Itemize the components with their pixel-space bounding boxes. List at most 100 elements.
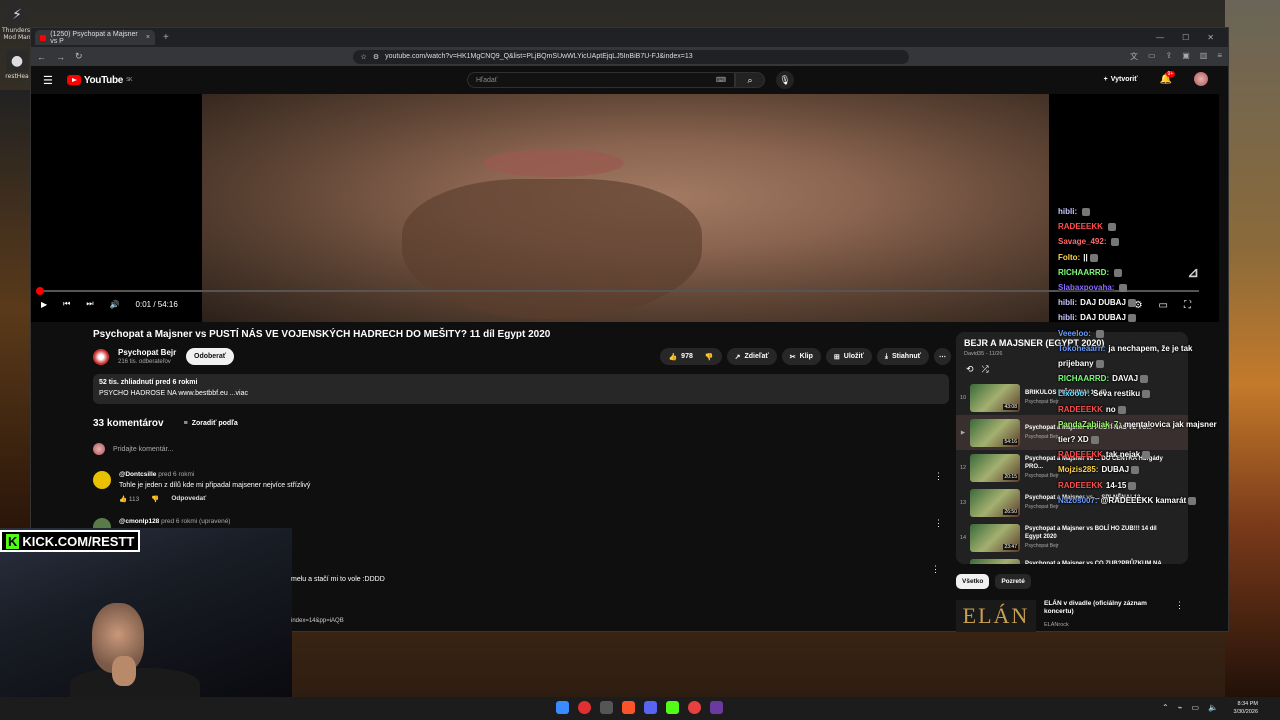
tab-youtube[interactable]: (1250) Psychopat a Majsner vs P ×	[35, 30, 155, 45]
obs-icon[interactable]	[688, 701, 701, 714]
menu-icon[interactable]: ≡	[1217, 51, 1222, 62]
back-icon[interactable]: ←	[37, 52, 46, 62]
desktop-shortcut-thunderstore[interactable]: ⚡ Thunderst Mod Man	[2, 4, 33, 41]
search-input[interactable]: Hľadať ⌨	[467, 72, 735, 88]
notifications-button[interactable]: 🔔 9+	[1160, 70, 1176, 85]
recommended-video[interactable]: ELÁN ELÁN v divadle (oficiálny záznam ko…	[956, 598, 1188, 638]
translate-icon[interactable]: 文	[1130, 51, 1138, 62]
app-icon[interactable]	[710, 701, 723, 714]
chat-username[interactable]: hibli:	[1058, 207, 1077, 216]
reply-button[interactable]: Odpovedať	[171, 495, 206, 503]
kick-app-icon[interactable]	[666, 701, 679, 714]
recommended-more-icon[interactable]: ⋮	[1175, 600, 1184, 611]
playlist-item-thumbnail[interactable]: 23:47	[970, 523, 1020, 552]
extension-icon[interactable]: ▣	[1182, 51, 1190, 62]
recommended-thumbnail[interactable]: ELÁN	[956, 600, 1036, 632]
terminal-app-icon[interactable]	[600, 701, 613, 714]
youtube-logo[interactable]: YouTube SK	[66, 75, 132, 86]
save-button[interactable]: ⊞ Uložiť	[825, 348, 872, 365]
chat-username[interactable]: Veeeloo:	[1058, 329, 1091, 338]
account-avatar[interactable]	[1194, 72, 1208, 86]
chat-username[interactable]: hibli:	[1058, 298, 1077, 307]
comment-more-icon[interactable]: ⋮	[934, 471, 943, 482]
playlist-item-thumbnail[interactable]: 54:16	[970, 418, 1020, 447]
address-bar[interactable]: ☆ ⚙ youtube.com/watch?v=HK1MgCNQ9_Q&list…	[352, 49, 909, 64]
chat-username[interactable]: Savage_492:	[1058, 237, 1106, 246]
playlist-item-thumbnail[interactable]: 26:50	[970, 488, 1020, 517]
discord-icon[interactable]	[644, 701, 657, 714]
maximize-icon[interactable]: ☐	[1182, 33, 1189, 42]
comment-more-icon[interactable]: ⋮	[934, 518, 943, 529]
description-box[interactable]: 52 tis. zhliadnutí pred 6 rokmi PSYCHO H…	[93, 374, 949, 404]
hamburger-menu-icon[interactable]: ☰	[43, 74, 53, 87]
commenter-avatar[interactable]	[93, 471, 111, 489]
chat-username[interactable]: RADEEEKK	[1058, 222, 1103, 231]
playlist-item-thumbnail[interactable]: 20:15	[970, 453, 1020, 482]
clip-button[interactable]: ✂ Klip	[781, 348, 821, 365]
chat-username[interactable]: RADEEEKK	[1058, 405, 1103, 414]
playlist-item-thumbnail[interactable]: 43:08	[970, 383, 1020, 412]
forward-icon[interactable]: →	[56, 52, 65, 62]
playlist-item[interactable]: 14 23:47 Psychopat a Majsner vs BOLÍ HO ZU…	[956, 520, 1188, 555]
chat-username[interactable]: RADEEEKK	[1058, 481, 1103, 490]
chat-username[interactable]: RADEEEKK	[1058, 450, 1103, 459]
chip-watched[interactable]: Pozreté	[995, 574, 1031, 589]
play-icon[interactable]: ▶	[41, 300, 47, 309]
network-icon[interactable]: ⌁	[1178, 703, 1183, 712]
location-app-icon[interactable]	[578, 701, 591, 714]
comment-author[interactable]: @cmonlp128	[119, 518, 159, 525]
chat-username[interactable]: RICHAARRD:	[1058, 268, 1109, 277]
volume-icon[interactable]: 🔊	[110, 300, 120, 309]
download-button[interactable]: ⤓ Stiahnuť	[876, 348, 929, 365]
chat-username[interactable]: hibli:	[1058, 313, 1077, 322]
share-button[interactable]: ↗ Zdieľať	[726, 348, 777, 365]
comment-dislike-icon[interactable]: 👎	[151, 495, 159, 503]
more-actions-button[interactable]: ⋯	[934, 348, 951, 365]
loop-icon[interactable]: ⟲	[966, 364, 974, 375]
subscribe-button[interactable]: Odoberať	[186, 348, 235, 365]
chat-username[interactable]: Mojzis285:	[1058, 465, 1098, 474]
new-tab-button[interactable]: +	[163, 32, 169, 43]
sort-button[interactable]: ≡ Zoradiť podľa	[184, 420, 238, 427]
sidebar-icon[interactable]: ▥	[1200, 51, 1208, 62]
display-icon[interactable]: ▭	[1191, 703, 1199, 712]
chat-username[interactable]: RICHAARRD:	[1058, 374, 1109, 383]
like-icon[interactable]: 👍	[668, 353, 677, 361]
clock[interactable]: 8:34 PM 3/30/2026	[1234, 700, 1258, 716]
channel-avatar[interactable]	[93, 349, 109, 365]
progress-bar[interactable]	[36, 287, 1199, 295]
chat-username[interactable]: Tokoheaarn:	[1058, 344, 1105, 353]
desktop-shortcut-rest[interactable]: ● restHea	[2, 50, 32, 80]
shuffle-icon[interactable]: ⤮	[982, 364, 989, 375]
share-icon[interactable]: ⇪	[1166, 51, 1173, 62]
chat-username[interactable]: Lixooor:	[1058, 389, 1090, 398]
previous-icon[interactable]: ⏮	[63, 299, 70, 309]
search-button[interactable]: ⌕	[735, 72, 765, 88]
chat-username[interactable]: PandaZabijak_7:	[1058, 420, 1121, 429]
minimize-icon[interactable]: —	[1156, 33, 1164, 42]
brave-browser-icon[interactable]	[622, 701, 635, 714]
keyboard-icon[interactable]: ⌨	[716, 76, 726, 84]
recommended-title[interactable]: ELÁN v divadle (oficiálny záznam koncert…	[1044, 600, 1154, 617]
cast-icon[interactable]: ▭	[1148, 51, 1156, 62]
playlist-item-title[interactable]: Psychopat a Majsner vs BOLÍ HO ZUB!!! 14…	[1025, 526, 1165, 542]
chat-username[interactable]: Folto:	[1058, 253, 1080, 262]
reload-icon[interactable]: ↻	[75, 51, 83, 62]
voice-search-button[interactable]: 🎙	[776, 71, 794, 89]
chip-all[interactable]: Všetko	[956, 574, 990, 589]
create-button[interactable]: + Vytvoriť	[1104, 76, 1138, 83]
progress-scrubber[interactable]	[36, 287, 44, 295]
video-player[interactable]: ▶ ⏮ ⏭ 🔊 0:01 / 54:16 ⊿ ⚙ ▭ ⛶	[31, 94, 1219, 322]
playlist-item-thumbnail[interactable]	[970, 558, 1020, 564]
tab-close-button[interactable]: ×	[146, 34, 150, 41]
channel-name[interactable]: Psychopat Bejr	[118, 348, 176, 357]
comment-like-icon[interactable]: 👍 113	[119, 495, 139, 503]
bookmark-icon[interactable]: ☆	[361, 53, 367, 61]
chat-username[interactable]: Nazos007:	[1058, 496, 1098, 505]
next-icon[interactable]: ⏭	[86, 299, 93, 309]
site-info-icon[interactable]: ⚙	[373, 53, 379, 61]
chat-username[interactable]: Slabaxpovaha:	[1058, 283, 1114, 292]
speaker-icon[interactable]: 🔈	[1208, 703, 1218, 712]
playlist-item[interactable]: 15Psychopat a Majsner vs CO ZUB?PRŮZKUM …	[956, 555, 1188, 564]
add-comment-input[interactable]: Pridajte komentár...	[113, 446, 173, 453]
